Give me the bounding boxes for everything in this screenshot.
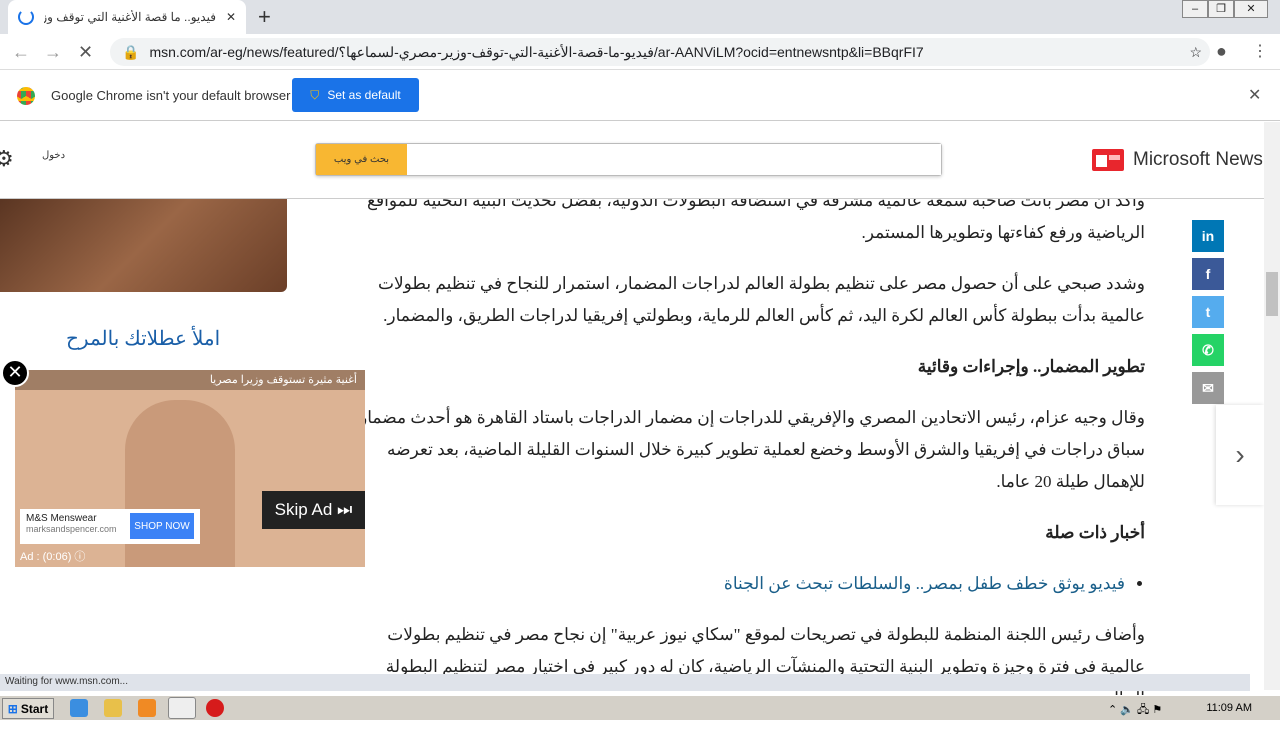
media-player-icon[interactable]: [138, 699, 156, 717]
ad-title: أغنية مثيرة تستوقف وزيرا مصريا: [15, 370, 365, 390]
search-box: بحث في ويب: [315, 143, 942, 176]
shop-now-button[interactable]: SHOP NOW: [130, 513, 194, 539]
promo-image[interactable]: [0, 198, 287, 292]
profile-icon[interactable]: ●: [1216, 41, 1227, 62]
sign-in-link[interactable]: دخول: [42, 150, 65, 161]
start-label: Start: [20, 701, 49, 716]
url-text: msn.com/ar-eg/news/featured/فيديو-ما-قصة…: [149, 43, 924, 60]
set-as-default-button[interactable]: ⛉ Set as default: [292, 78, 419, 112]
next-article-button[interactable]: ›: [1216, 405, 1264, 505]
email-icon: ✉: [1202, 379, 1214, 396]
article-paragraph: وقال وجيه عزام، رئيس الاتحادين المصري وا…: [359, 408, 1145, 491]
menu-icon[interactable]: ⋮: [1252, 41, 1268, 61]
chrome-taskbar-icon[interactable]: [168, 697, 196, 719]
close-tab-icon[interactable]: ✕: [226, 10, 236, 24]
stop-icon[interactable]: ✕: [78, 42, 93, 63]
default-browser-infobar: Google Chrome isn't your default browser…: [0, 70, 1280, 121]
lock-icon: 🔒: [122, 43, 140, 60]
msn-header: ⚙ دخول بحث في ويب Microsoft News: [0, 122, 1264, 199]
chrome-logo-icon: [17, 87, 35, 105]
related-news-link[interactable]: فيديو يوثق خطف طفل بمصر.. والسلطات تبحث …: [724, 574, 1125, 593]
start-button[interactable]: ⊞ Start: [2, 698, 54, 719]
loading-spinner-icon: [18, 9, 34, 25]
forward-icon[interactable]: →: [44, 42, 62, 63]
facebook-share-button[interactable]: f: [1192, 258, 1224, 290]
chevron-right-icon: ›: [1235, 439, 1245, 470]
article-subheading: تطوير المضمار.. وإجراءات وقائية: [917, 357, 1145, 376]
gear-icon[interactable]: ⚙: [0, 146, 14, 172]
close-infobar-icon[interactable]: ✕: [1248, 85, 1261, 105]
whatsapp-share-button[interactable]: ✆: [1192, 334, 1224, 366]
set-default-label: Set as default: [327, 88, 401, 102]
share-bar: in f t ✆ ✉: [1192, 220, 1224, 410]
star-icon[interactable]: ☆: [1189, 44, 1202, 61]
ad-timer: Ad : (0:06) ⓘ: [20, 548, 85, 564]
close-window-button[interactable]: ✕: [1234, 0, 1268, 18]
twitter-share-button[interactable]: t: [1192, 296, 1224, 328]
ad-advertiser-card[interactable]: M&S Menswear marksandspencer.com SHOP NO…: [20, 509, 200, 544]
promo-title[interactable]: املأ عطلاتك بالمرح: [66, 326, 220, 351]
tab-title: فيديو.. ما قصة الأغنية التي توقف وزير: [44, 10, 216, 24]
clock: 11:09 AM: [1206, 702, 1252, 714]
taskbar: ⊞ Start ⌃ 🔈 🖧 ⚑ 11:09 AM: [0, 695, 1280, 720]
twitter-icon: t: [1205, 304, 1211, 320]
close-ad-button[interactable]: ✕: [1, 359, 29, 387]
whatsapp-icon: ✆: [1202, 341, 1214, 358]
infobar-message: Google Chrome isn't your default browser: [51, 88, 291, 103]
ad-timer-text: Ad : (0:06): [20, 551, 72, 563]
search-input[interactable]: [408, 144, 941, 175]
scrollbar-thumb[interactable]: [1266, 272, 1278, 316]
video-ad[interactable]: أغنية مثيرة تستوقف وزيرا مصريا M&S Mensw…: [15, 370, 365, 567]
article-paragraph: وشدد صبحي على أن حصول مصر على تنظيم بطول…: [377, 274, 1145, 325]
status-bar: Waiting for www.msn.com...: [0, 674, 1250, 691]
minimize-button[interactable]: –: [1182, 0, 1208, 18]
email-share-button[interactable]: ✉: [1192, 372, 1224, 404]
shield-icon: ⛉: [310, 87, 320, 102]
skip-icon: ⏭: [337, 500, 353, 519]
windows-logo-icon: ⊞: [7, 701, 18, 716]
help-icon[interactable]: ⓘ: [74, 551, 85, 563]
folder-icon[interactable]: [104, 699, 122, 717]
brand-name: Microsoft News: [1133, 149, 1263, 170]
url-input[interactable]: 🔒 msn.com/ar-eg/news/featured/فيديو-ما-ق…: [110, 38, 1210, 66]
opera-icon[interactable]: [206, 699, 224, 717]
linkedin-share-button[interactable]: in: [1192, 220, 1224, 252]
related-news-heading: أخبار ذات صلة: [1045, 523, 1145, 542]
tab-active[interactable]: فيديو.. ما قصة الأغنية التي توقف وزير ✕: [8, 0, 246, 34]
address-bar-row: ← → ✕ 🔒 msn.com/ar-eg/news/featured/فيدي…: [0, 34, 1280, 70]
linkedin-icon: in: [1201, 228, 1215, 244]
back-icon[interactable]: ←: [12, 42, 30, 63]
facebook-icon: f: [1205, 266, 1211, 282]
tab-strip: فيديو.. ما قصة الأغنية التي توقف وزير ✕ …: [0, 0, 1280, 34]
maximize-button[interactable]: ❐: [1208, 0, 1234, 18]
scrollbar[interactable]: [1264, 122, 1280, 690]
microsoft-news-logo-icon: [1092, 149, 1124, 171]
new-tab-button[interactable]: +: [258, 4, 271, 30]
article-body: وأكد أن مصر باتت صاحبة سمعة عالمية مشرفة…: [340, 185, 1145, 734]
skip-ad-button[interactable]: Skip Ad ⏭: [262, 491, 365, 529]
internet-explorer-icon[interactable]: [70, 699, 88, 717]
skip-ad-label: Skip Ad: [274, 500, 333, 519]
search-web-button[interactable]: بحث في ويب: [316, 144, 407, 175]
tray-icons[interactable]: ⌃ 🔈 🖧 ⚑: [1108, 701, 1162, 720]
